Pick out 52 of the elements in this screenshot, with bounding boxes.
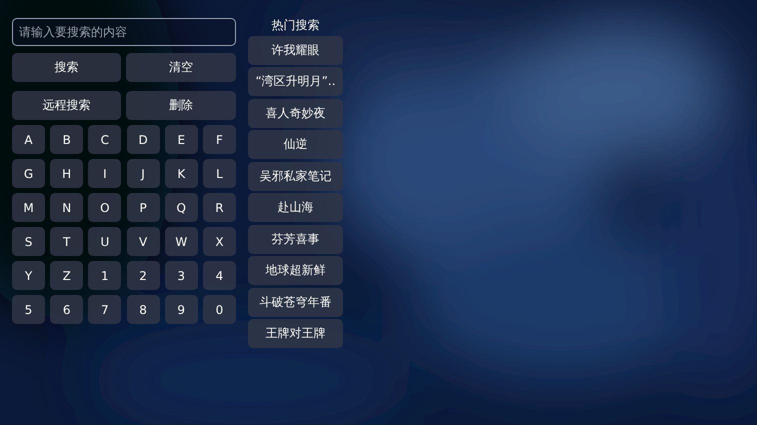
key-button[interactable]: S [12,227,45,256]
key-button[interactable]: W [164,227,198,256]
hot-search-item[interactable]: 吴邪私家笔记 [248,162,343,190]
key-button[interactable]: 7 [88,295,122,324]
key-button[interactable]: R [202,193,236,222]
key-button[interactable]: D [126,125,160,154]
key-button[interactable]: U [88,227,122,256]
action-button[interactable]: 删除 [126,91,236,120]
action-button[interactable]: 远程搜索 [12,91,121,120]
key-button[interactable]: T [50,227,84,256]
key-button[interactable]: B [50,125,84,154]
key-button[interactable]: N [50,193,84,222]
key-button[interactable]: O [88,193,122,222]
key-button[interactable]: K [164,159,198,188]
key-button[interactable]: 5 [12,295,45,324]
key-button[interactable]: 3 [164,261,198,290]
hot-search-item[interactable]: 王牌对王牌 [248,319,343,348]
key-button[interactable]: F [202,125,236,154]
key-button[interactable]: I [88,159,122,188]
hot-search-item[interactable]: 喜人奇妙夜 [248,98,343,128]
key-button[interactable]: M [12,193,45,222]
key-button[interactable]: C [88,125,122,154]
key-button[interactable]: 4 [202,261,236,290]
key-button[interactable]: H [50,159,84,188]
key-button[interactable]: 1 [88,261,122,290]
key-button[interactable]: G [12,159,45,188]
key-button[interactable]: X [202,227,236,256]
search-field[interactable]: 请输入要搜索的内容 [12,18,236,46]
key-button[interactable]: 8 [126,295,160,324]
key-button[interactable]: V [126,227,160,256]
section-title: 热门搜索 [270,18,320,33]
key-button[interactable]: J [126,159,160,188]
hot-search-item[interactable]: 斗破苍穹年番 [248,288,343,316]
key-button[interactable]: A [12,125,45,154]
hot-search-item[interactable]: 仙逆 [248,130,343,159]
key-button[interactable]: L [202,159,236,188]
hot-search-item[interactable]: “湾区升明月”.. [248,67,343,96]
key-button[interactable]: 0 [202,295,236,324]
key-button[interactable]: 6 [50,295,84,324]
hot-search-item[interactable]: 许我耀眼 [248,36,343,64]
key-button[interactable]: E [164,125,198,154]
hot-search-item[interactable]: 赴山海 [248,193,343,222]
hot-search-item[interactable]: 芬芳喜事 [248,224,343,254]
key-button[interactable]: Y [12,261,45,290]
action-button[interactable]: 搜索 [12,53,121,82]
action-button[interactable]: 清空 [126,53,236,82]
key-button[interactable]: 9 [164,295,198,324]
key-button[interactable]: P [126,193,160,222]
key-button[interactable]: 2 [126,261,160,290]
hot-search-item[interactable]: 地球超新鲜 [248,256,343,285]
key-button[interactable]: Q [164,193,198,222]
key-button[interactable]: Z [50,261,84,290]
